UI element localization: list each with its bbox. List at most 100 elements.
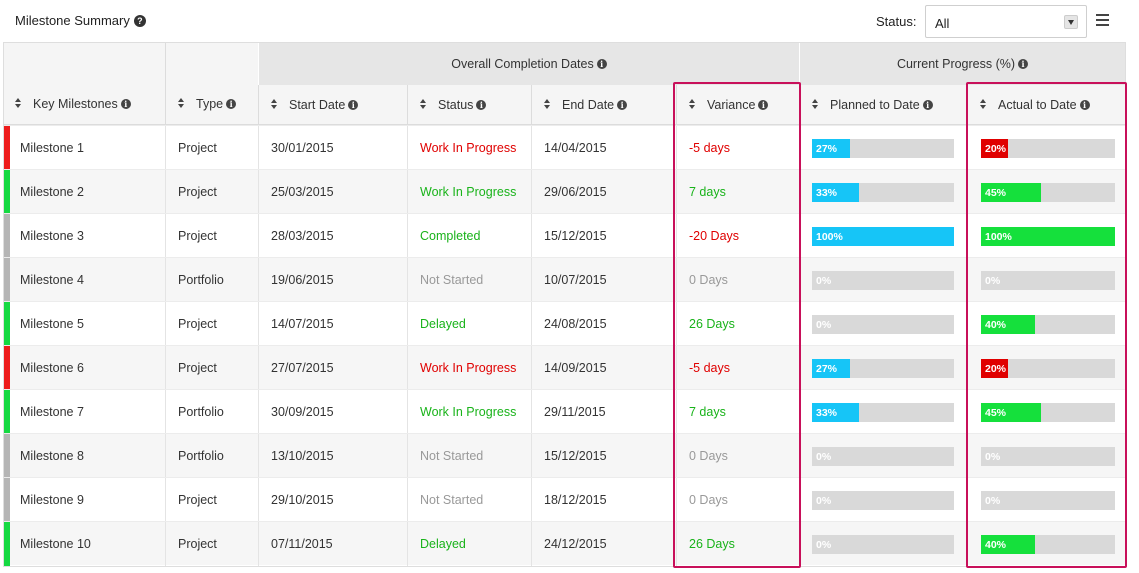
planned-percent-label: 0% — [816, 451, 832, 463]
start-date-cell: 27/07/2015 — [258, 346, 407, 390]
planned-percent-label: 0% — [816, 495, 832, 507]
actual-percent-label: 0% — [985, 495, 1001, 507]
info-icon[interactable]: i — [596, 59, 607, 69]
type-cell: Portfolio — [165, 390, 258, 434]
type-cell: Project — [165, 522, 258, 566]
milestone-name-cell: Milestone 2 — [20, 185, 84, 199]
milestone-name-cell: Milestone 9 — [20, 493, 84, 507]
info-icon[interactable]: i — [226, 98, 237, 109]
planned-percent-label: 100% — [816, 231, 843, 243]
actual-percent-label: 40% — [985, 539, 1007, 551]
sort-icon[interactable] — [980, 99, 987, 110]
info-icon[interactable]: i — [1018, 59, 1029, 69]
milestone-name-cell: Milestone 10 — [20, 537, 91, 551]
milestone-name-cell: Milestone 3 — [20, 229, 84, 243]
planned-to-date-cell: 0% — [799, 478, 967, 522]
planned-progress-bar: 27% — [812, 359, 954, 378]
variance-cell: -5 days — [676, 346, 799, 390]
sort-icon[interactable] — [271, 99, 278, 110]
actual-to-date-cell: 45% — [967, 390, 1125, 434]
planned-percent-label: 0% — [816, 319, 832, 331]
hamburger-menu-icon[interactable] — [1096, 14, 1109, 26]
table-row[interactable]: Milestone 4 Portfolio 19/06/2015 Not Starte… — [4, 257, 1125, 302]
actual-to-date-cell: 45% — [967, 170, 1125, 214]
actual-progress-bar: 45% — [981, 403, 1115, 422]
variance-cell: 0 Days — [676, 258, 799, 302]
column-header-variance[interactable]: Variance i — [676, 85, 799, 125]
column-header-type[interactable]: Type i — [165, 43, 258, 125]
table-row[interactable]: Milestone 5 Project 14/07/2015 Delayed 24/08… — [4, 301, 1125, 346]
variance-cell: 0 Days — [676, 434, 799, 478]
help-icon[interactable]: ? — [133, 14, 146, 27]
planned-to-date-cell: 27% — [799, 346, 967, 390]
info-icon[interactable]: i — [1079, 99, 1090, 110]
sort-icon[interactable] — [420, 99, 427, 110]
status-filter-select[interactable]: All — [925, 5, 1087, 38]
milestone-table: Key Milestones i Type i Overall Completi… — [3, 42, 1126, 567]
type-cell: Portfolio — [165, 434, 258, 478]
table-row[interactable]: Milestone 10 Project 07/11/2015 Delayed 24/1… — [4, 521, 1125, 566]
actual-to-date-cell: 40% — [967, 522, 1125, 566]
info-icon[interactable]: i — [617, 99, 628, 110]
info-icon[interactable]: i — [922, 99, 933, 110]
table-row[interactable]: Milestone 8 Portfolio 13/10/2015 Not Starte… — [4, 433, 1125, 478]
planned-to-date-cell: 33% — [799, 170, 967, 214]
table-row[interactable]: Milestone 9 Project 29/10/2015 Not Started 1… — [4, 477, 1125, 522]
status-cell: Not Started — [407, 434, 531, 478]
variance-cell: 7 days — [676, 390, 799, 434]
start-date-cell: 30/01/2015 — [258, 126, 407, 170]
column-header-end-date[interactable]: End Date i — [531, 85, 676, 125]
end-date-cell: 24/12/2015 — [531, 522, 676, 566]
type-cell: Project — [165, 214, 258, 258]
column-header-actual-to-date[interactable]: Actual to Date i — [967, 85, 1125, 125]
info-icon[interactable]: i — [758, 99, 769, 110]
table-row[interactable]: Milestone 6 Project 27/07/2015 Work In Prog… — [4, 345, 1125, 390]
end-date-cell: 29/11/2015 — [531, 390, 676, 434]
milestone-name-cell: Milestone 1 — [20, 141, 84, 155]
actual-percent-label: 0% — [985, 451, 1001, 463]
actual-to-date-cell: 20% — [967, 126, 1125, 170]
table-row[interactable]: Milestone 2 Project 25/03/2015 Work In Prog… — [4, 169, 1125, 214]
status-cell: Work In Progress — [407, 346, 531, 390]
info-icon[interactable]: i — [120, 98, 131, 109]
end-date-cell: 15/12/2015 — [531, 214, 676, 258]
column-header-start-date[interactable]: Start Date i — [258, 85, 407, 125]
actual-to-date-cell: 100% — [967, 214, 1125, 258]
planned-progress-bar: 33% — [812, 403, 954, 422]
actual-progress-bar: 40% — [981, 535, 1115, 554]
chevron-down-icon[interactable] — [1064, 15, 1078, 29]
sort-icon[interactable] — [178, 98, 185, 109]
end-date-cell: 15/12/2015 — [531, 434, 676, 478]
actual-percent-label: 45% — [985, 407, 1007, 419]
planned-percent-label: 27% — [816, 363, 838, 375]
start-date-cell: 13/10/2015 — [258, 434, 407, 478]
start-date-cell: 28/03/2015 — [258, 214, 407, 258]
status-cell: Completed — [407, 214, 531, 258]
info-icon[interactable]: i — [348, 99, 359, 110]
sort-icon[interactable] — [15, 98, 22, 109]
table-row[interactable]: Milestone 7 Portfolio 30/09/2015 Work In Pr… — [4, 389, 1125, 434]
table-row[interactable]: Milestone 3 Project 28/03/2015 Completed 15/… — [4, 213, 1125, 258]
planned-percent-label: 33% — [816, 407, 838, 419]
planned-progress-bar: 33% — [812, 183, 954, 202]
status-cell: Work In Progress — [407, 390, 531, 434]
sort-icon[interactable] — [812, 99, 819, 110]
sort-icon[interactable] — [689, 99, 696, 110]
actual-progress-bar: 100% — [981, 227, 1115, 246]
planned-to-date-cell: 0% — [799, 522, 967, 566]
actual-to-date-cell: 0% — [967, 434, 1125, 478]
end-date-cell: 14/04/2015 — [531, 126, 676, 170]
column-header-status[interactable]: Status i — [407, 85, 531, 125]
type-cell: Project — [165, 302, 258, 346]
start-date-cell: 30/09/2015 — [258, 390, 407, 434]
column-header-planned-to-date[interactable]: Planned to Date i — [799, 85, 967, 125]
end-date-cell: 14/09/2015 — [531, 346, 676, 390]
planned-percent-label: 27% — [816, 143, 838, 155]
sort-icon[interactable] — [544, 99, 551, 110]
table-row[interactable]: Milestone 1 Project 30/01/2015 Work In Prog… — [4, 125, 1125, 170]
column-header-milestones[interactable]: Key Milestones i — [4, 43, 165, 125]
type-cell: Project — [165, 478, 258, 522]
info-icon[interactable]: i — [476, 99, 487, 110]
actual-progress-bar: 0% — [981, 447, 1115, 466]
actual-to-date-cell: 40% — [967, 302, 1125, 346]
